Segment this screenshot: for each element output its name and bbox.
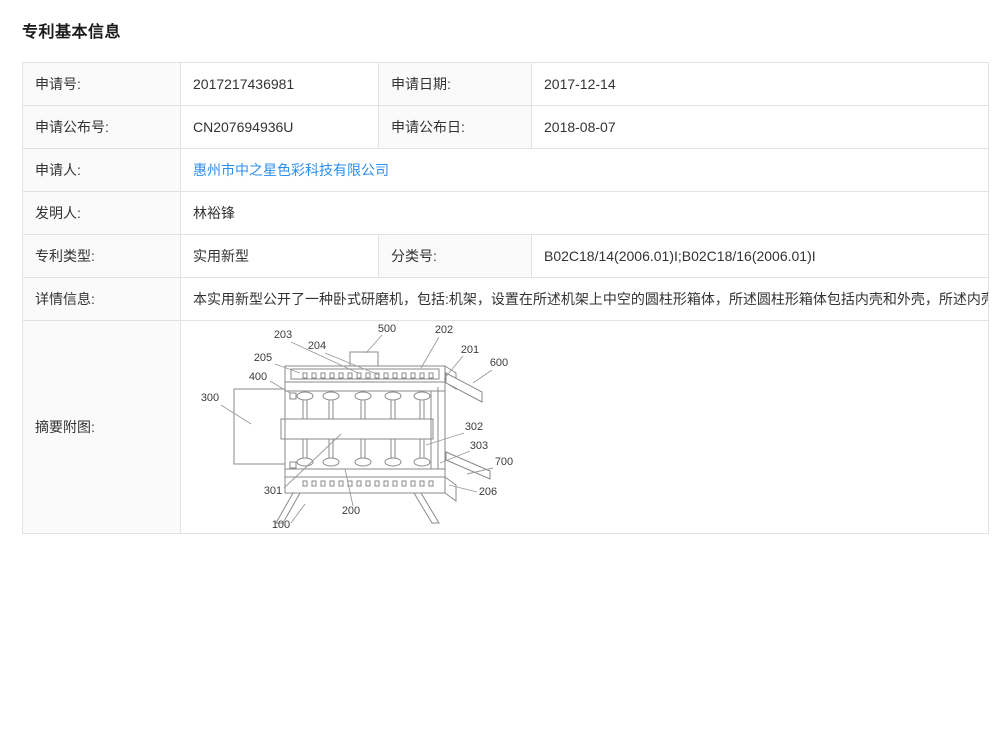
- patent-drawing: 203 204 500 202 201 600 205 400 300 302 303 700 301 2…: [193, 321, 528, 533]
- table-row-publication: 申请公布号: CN207694936U 申请公布日: 2018-08-07: [23, 106, 989, 149]
- patent-detail-page: 专利基本信息 申请号: 2017217436981 申请日期: 2017-12-…: [0, 0, 1002, 534]
- publication-no-label: 申请公布号:: [23, 106, 181, 149]
- publication-date-value: 2018-08-07: [532, 106, 989, 149]
- svg-text:303: 303: [470, 440, 488, 452]
- application-no-label: 申请号:: [23, 63, 181, 106]
- svg-text:301: 301: [264, 485, 282, 497]
- svg-text:400: 400: [249, 371, 267, 383]
- table-row-application: 申请号: 2017217436981 申请日期: 2017-12-14: [23, 63, 989, 106]
- page-title: 专利基本信息: [22, 18, 989, 42]
- svg-text:205: 205: [254, 352, 272, 364]
- svg-text:500: 500: [378, 323, 396, 335]
- svg-text:200: 200: [342, 505, 360, 517]
- patent-type-value: 实用新型: [181, 235, 379, 278]
- application-no-value: 2017217436981: [181, 63, 379, 106]
- svg-text:201: 201: [461, 344, 479, 356]
- svg-text:203: 203: [274, 329, 292, 341]
- svg-text:204: 204: [308, 340, 326, 352]
- inventor-value: 林裕锋: [181, 192, 989, 235]
- application-date-value: 2017-12-14: [532, 63, 989, 106]
- abstract-figure-cell: 203 204 500 202 201 600 205 400 300 302 303 700 301 2…: [181, 321, 989, 534]
- applicant-link[interactable]: 惠州市中之星色彩科技有限公司: [193, 162, 389, 178]
- table-row-type-classification: 专利类型: 实用新型 分类号: B02C18/14(2006.01)I;B02C…: [23, 235, 989, 278]
- applicant-cell: 惠州市中之星色彩科技有限公司: [181, 149, 989, 192]
- classification-label: 分类号:: [379, 235, 532, 278]
- abstract-figure-label: 摘要附图:: [23, 321, 181, 534]
- svg-text:202: 202: [435, 324, 453, 336]
- table-row-details: 详情信息: 本实用新型公开了一种卧式研磨机，包括:机架，设置在所述机架上中空的圆…: [23, 278, 989, 321]
- publication-no-value: CN207694936U: [181, 106, 379, 149]
- patent-type-label: 专利类型:: [23, 235, 181, 278]
- svg-text:206: 206: [479, 486, 497, 498]
- grinder-machine-drawing: [234, 352, 490, 523]
- svg-text:302: 302: [465, 421, 483, 433]
- table-row-inventor: 发明人: 林裕锋: [23, 192, 989, 235]
- svg-text:600: 600: [490, 357, 508, 369]
- inventor-label: 发明人:: [23, 192, 181, 235]
- patent-info-table: 申请号: 2017217436981 申请日期: 2017-12-14 申请公布…: [22, 62, 989, 534]
- applicant-label: 申请人:: [23, 149, 181, 192]
- svg-text:100: 100: [272, 519, 290, 531]
- classification-value: B02C18/14(2006.01)I;B02C18/16(2006.01)I: [532, 235, 989, 278]
- table-row-abstract-figure: 摘要附图:: [23, 321, 989, 534]
- table-row-applicant: 申请人: 惠州市中之星色彩科技有限公司: [23, 149, 989, 192]
- svg-text:300: 300: [201, 392, 219, 404]
- publication-date-label: 申请公布日:: [379, 106, 532, 149]
- details-label: 详情信息:: [23, 278, 181, 321]
- details-text: 本实用新型公开了一种卧式研磨机，包括:机架，设置在所述机架上中空的圆柱形箱体，所…: [181, 278, 989, 321]
- svg-text:700: 700: [495, 456, 513, 468]
- application-date-label: 申请日期:: [379, 63, 532, 106]
